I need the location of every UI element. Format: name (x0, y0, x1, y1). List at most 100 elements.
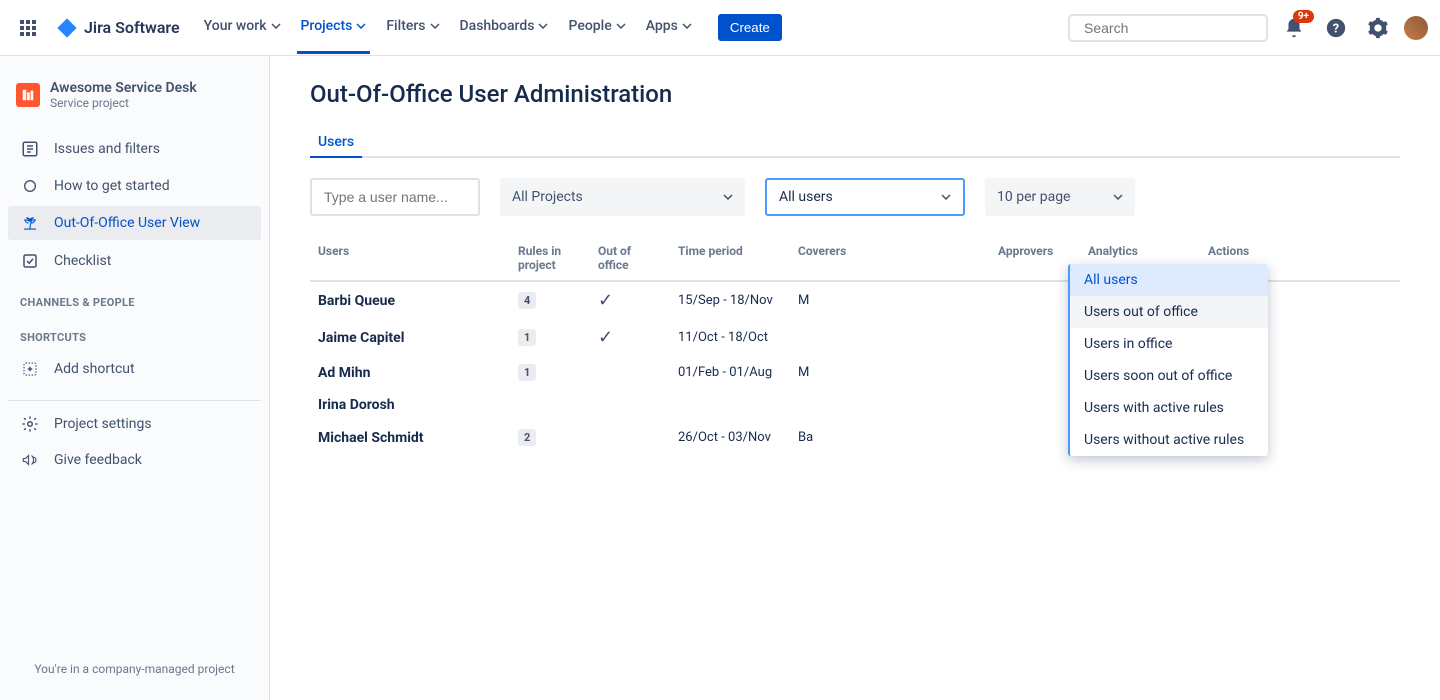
dropdown-item[interactable]: Users in office (1070, 328, 1268, 360)
cell-period: 15/Sep - 18/Nov (670, 281, 790, 319)
filter-pagesize-label: 10 per page (997, 189, 1070, 205)
nav-label: Projects (301, 18, 353, 34)
help-button[interactable]: ? (1320, 12, 1352, 44)
chevron-down-icon (356, 23, 366, 29)
cell-approvers (990, 281, 1080, 319)
filter-username[interactable] (310, 178, 480, 216)
filter-users-label: All users (779, 189, 833, 205)
th-rules: Rules in project (510, 236, 590, 281)
sidebar-item-checklist[interactable]: Checklist (8, 244, 261, 278)
nav-label: Dashboards (460, 18, 535, 34)
cell-ooo (590, 356, 670, 389)
nav-items: Your work Projects Filters Dashboards Pe… (196, 0, 782, 56)
chevron-down-icon (538, 23, 548, 29)
settings-button[interactable] (1362, 12, 1394, 44)
cell-period: 01/Feb - 01/Aug (670, 356, 790, 389)
project-header[interactable]: Awesome Service Desk Service project (8, 76, 261, 130)
cell-approvers (990, 389, 1080, 421)
nav-label: Your work (204, 18, 267, 34)
notifications-button[interactable]: 9+ (1278, 12, 1310, 44)
dropdown-item[interactable]: All users (1070, 264, 1268, 296)
username-input[interactable] (324, 189, 466, 205)
th-approvers: Approvers (990, 236, 1080, 281)
top-navigation: Jira Software Your work Projects Filters… (0, 0, 1440, 56)
cell-user: Michael Schmidt (310, 421, 510, 454)
dropdown-item[interactable]: Users out of office (1070, 296, 1268, 328)
sidebar-item-label: Checklist (54, 253, 111, 269)
cell-ooo: ✓ (590, 319, 670, 356)
cell-rules: 4 (510, 281, 590, 319)
chevron-down-icon (723, 194, 733, 200)
cell-approvers (990, 319, 1080, 356)
search-box[interactable] (1068, 14, 1268, 42)
cell-approvers (990, 356, 1080, 389)
th-ooo: Out of office (590, 236, 670, 281)
circle-icon (20, 178, 40, 194)
cell-ooo: ✓ (590, 281, 670, 319)
th-users: Users (310, 236, 510, 281)
sidebar-item-issues[interactable]: Issues and filters (8, 132, 261, 166)
sidebar-give-feedback[interactable]: Give feedback (8, 443, 261, 477)
app-switcher-icon[interactable] (12, 12, 44, 44)
search-input[interactable] (1084, 20, 1265, 36)
main-content: Out-Of-Office User Administration Users … (270, 56, 1440, 700)
sidebar-footer: You're in a company-managed project (8, 646, 261, 692)
sidebar: Awesome Service Desk Service project Iss… (0, 56, 270, 700)
chevron-down-icon (430, 23, 440, 29)
nav-filters[interactable]: Filters (378, 0, 447, 56)
nav-projects[interactable]: Projects (293, 0, 375, 56)
filter-projects-label: All Projects (512, 189, 583, 205)
nav-label: People (568, 18, 611, 34)
create-button[interactable]: Create (718, 14, 782, 41)
sidebar-item-ooo-view[interactable]: Out-Of-Office User View (8, 206, 261, 240)
dropdown-item[interactable]: Users without active rules (1070, 424, 1268, 456)
nav-dashboards[interactable]: Dashboards (452, 0, 557, 56)
gear-icon (20, 415, 40, 433)
sidebar-project-settings[interactable]: Project settings (8, 407, 261, 441)
filter-pagesize[interactable]: 10 per page (985, 178, 1135, 216)
chevron-down-icon (941, 194, 951, 200)
palm-icon (20, 214, 40, 232)
chevron-down-icon (682, 23, 692, 29)
sidebar-item-label: Add shortcut (54, 361, 135, 377)
jira-logo-icon (56, 17, 78, 39)
chevron-down-icon (271, 23, 281, 29)
avatar[interactable] (1404, 16, 1428, 40)
svg-text:?: ? (1333, 21, 1339, 36)
sidebar-item-getstarted[interactable]: How to get started (8, 170, 261, 202)
nav-people[interactable]: People (560, 0, 633, 56)
cell-rules: 1 (510, 319, 590, 356)
sidebar-add-shortcut[interactable]: Add shortcut (8, 352, 261, 386)
brand-name: Jira Software (84, 18, 180, 37)
nav-label: Apps (646, 18, 678, 34)
sidebar-item-label: Out-Of-Office User View (54, 215, 200, 231)
check-icon: ✓ (598, 290, 613, 311)
checklist-icon (20, 252, 40, 270)
nav-your-work[interactable]: Your work (196, 0, 289, 56)
cell-ooo (590, 421, 670, 454)
tab-users[interactable]: Users (310, 128, 362, 156)
notification-badge: 9+ (1293, 10, 1314, 23)
cell-user: Barbi Queue (310, 281, 510, 319)
cell-user: Ad Mihn (310, 356, 510, 389)
filter-projects[interactable]: All Projects (500, 178, 745, 216)
cell-user: Irina Dorosh (310, 389, 510, 421)
cell-rules: 1 (510, 356, 590, 389)
section-channels: CHANNELS & PEOPLE (8, 280, 261, 315)
sidebar-item-label: Project settings (54, 416, 152, 432)
gear-icon (1367, 17, 1389, 39)
dropdown-item[interactable]: Users with active rules (1070, 392, 1268, 424)
project-name: Awesome Service Desk (50, 80, 197, 96)
cell-coverers: M (790, 281, 990, 319)
nav-apps[interactable]: Apps (638, 0, 700, 56)
plus-icon (20, 360, 40, 378)
cell-ooo (590, 389, 670, 421)
section-shortcuts: SHORTCUTS (8, 315, 261, 350)
dropdown-item[interactable]: Users soon out of office (1070, 360, 1268, 392)
check-icon: ✓ (598, 327, 613, 348)
cell-coverers (790, 319, 990, 356)
th-coverers: Coverers (790, 236, 990, 281)
filter-users[interactable]: All users (765, 178, 965, 216)
jira-logo[interactable]: Jira Software (56, 17, 180, 39)
issues-icon (20, 140, 40, 158)
